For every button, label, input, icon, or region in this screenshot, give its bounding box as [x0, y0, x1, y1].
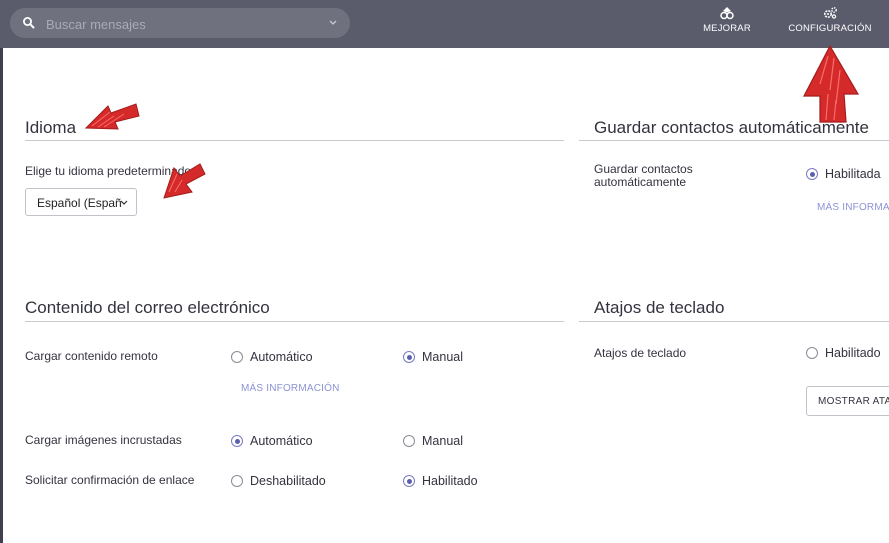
- language-section-title: Idioma: [25, 118, 77, 137]
- autosave-divider: [579, 140, 889, 141]
- radio-label: Manual: [422, 350, 463, 364]
- link-confirmation-disabled-radio[interactable]: Deshabilitado: [231, 474, 326, 488]
- settings-button[interactable]: CONFIGURACIÓN: [780, 6, 880, 42]
- radio-unselected-icon: [231, 351, 243, 363]
- chevron-down-icon[interactable]: [328, 19, 338, 27]
- language-select-value: Español (España): [37, 196, 121, 210]
- remote-content-manual-radio[interactable]: Manual: [403, 350, 463, 364]
- link-confirmation-enabled-radio[interactable]: Habilitado: [403, 474, 478, 488]
- annotation-arrow-icon: [803, 44, 860, 123]
- search-input[interactable]: [44, 12, 318, 36]
- radio-label: Automático: [250, 350, 313, 364]
- radio-unselected-icon: [806, 347, 818, 359]
- autosave-label: Guardar contactos automáticamente: [594, 162, 693, 189]
- email-content-section-title: Contenido del correo electrónico: [25, 298, 270, 317]
- top-bar: MEJORAR CONFIGURACIÓN: [0, 0, 889, 48]
- search-icon: [23, 17, 35, 29]
- radio-unselected-icon: [403, 435, 415, 447]
- settings-label: CONFIGURACIÓN: [788, 23, 872, 34]
- shortcuts-label: Atajos de teclado: [594, 346, 687, 360]
- upgrade-label: MEJORAR: [703, 23, 751, 34]
- remote-content-auto-radio[interactable]: Automático: [231, 350, 313, 364]
- window-left-border: [0, 48, 3, 543]
- show-shortcuts-button[interactable]: MOSTRAR ATAJOS: [806, 386, 889, 416]
- radio-unselected-icon: [231, 475, 243, 487]
- gears-icon: [823, 7, 837, 19]
- radio-selected-icon: [231, 435, 243, 447]
- link-confirmation-label: Solicitar confirmación de enlace: [25, 473, 195, 487]
- language-select[interactable]: Español (España): [25, 188, 137, 216]
- show-shortcuts-label: MOSTRAR ATAJOS: [818, 396, 889, 407]
- email-content-divider: [25, 321, 564, 322]
- radio-selected-icon: [806, 168, 818, 180]
- annotation-arrow-icon: [84, 103, 140, 130]
- annotation-arrow-icon: [163, 163, 206, 199]
- upgrade-icon: [720, 7, 734, 20]
- radio-label: Deshabilitado: [250, 474, 326, 488]
- radio-label: Manual: [422, 434, 463, 448]
- embedded-images-label: Cargar imágenes incrustadas: [25, 433, 182, 447]
- shortcuts-divider: [579, 321, 889, 322]
- shortcuts-enabled-radio[interactable]: Habilitado: [806, 346, 881, 360]
- embedded-images-manual-radio[interactable]: Manual: [403, 434, 463, 448]
- remote-content-more-info-link[interactable]: MÁS INFORMACIÓN: [241, 383, 340, 394]
- upgrade-button[interactable]: MEJORAR: [700, 6, 754, 42]
- embedded-images-auto-radio[interactable]: Automático: [231, 434, 313, 448]
- autosave-enabled-label: Habilitada: [825, 167, 881, 181]
- radio-selected-icon: [403, 351, 415, 363]
- remote-content-label: Cargar contenido remoto: [25, 349, 158, 363]
- radio-label: Habilitado: [422, 474, 478, 488]
- radio-label: Automático: [250, 434, 313, 448]
- chevron-down-icon: [120, 200, 128, 205]
- shortcuts-enabled-label: Habilitado: [825, 346, 881, 360]
- search-box[interactable]: [10, 8, 350, 38]
- radio-selected-icon: [403, 475, 415, 487]
- language-divider: [25, 140, 564, 141]
- shortcuts-section-title: Atajos de teclado: [594, 298, 725, 317]
- autosave-more-info-link[interactable]: MÁS INFORMACIÓN: [817, 202, 889, 213]
- autosave-enabled-radio[interactable]: Habilitada: [806, 167, 881, 181]
